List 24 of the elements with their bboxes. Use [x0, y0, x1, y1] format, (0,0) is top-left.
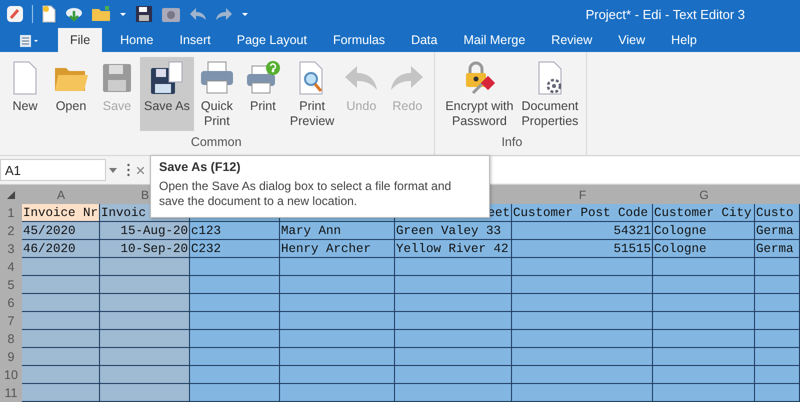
- table-cell: c123: [190, 222, 280, 240]
- table-cell: Yellow River 42: [395, 240, 512, 258]
- table-cell: Invoice Nr: [22, 204, 100, 222]
- table-cell: Germa: [755, 240, 800, 258]
- table-cell: Green Valey 33: [395, 222, 512, 240]
- group-label: Common: [190, 134, 243, 149]
- tooltip-title: Save As (F12): [159, 160, 242, 174]
- table-cell: 54321: [512, 222, 653, 240]
- window-title: Project* - Edi - Text Editor 3: [586, 6, 745, 22]
- table-cell: Custo: [755, 204, 800, 222]
- table-cell: Customer Post Code: [512, 204, 653, 222]
- table-cell: Cologne: [653, 240, 755, 258]
- group-label: Info: [500, 134, 524, 149]
- table-cell: 10-Sep-20: [100, 240, 190, 258]
- table-cell: C232: [190, 240, 280, 258]
- table-cell: Customer City: [653, 204, 755, 222]
- table-cell: Cologne: [653, 222, 755, 240]
- table-cell: 15-Aug-20: [100, 222, 190, 240]
- table-cell: Henry Archer: [280, 240, 395, 258]
- table-cell: Mary Ann: [280, 222, 395, 240]
- table-cell: 51515: [512, 240, 653, 258]
- table-cell: 45/2020: [22, 222, 100, 240]
- table-cell: 46/2020: [22, 240, 100, 258]
- table-cell: Germa: [755, 222, 800, 240]
